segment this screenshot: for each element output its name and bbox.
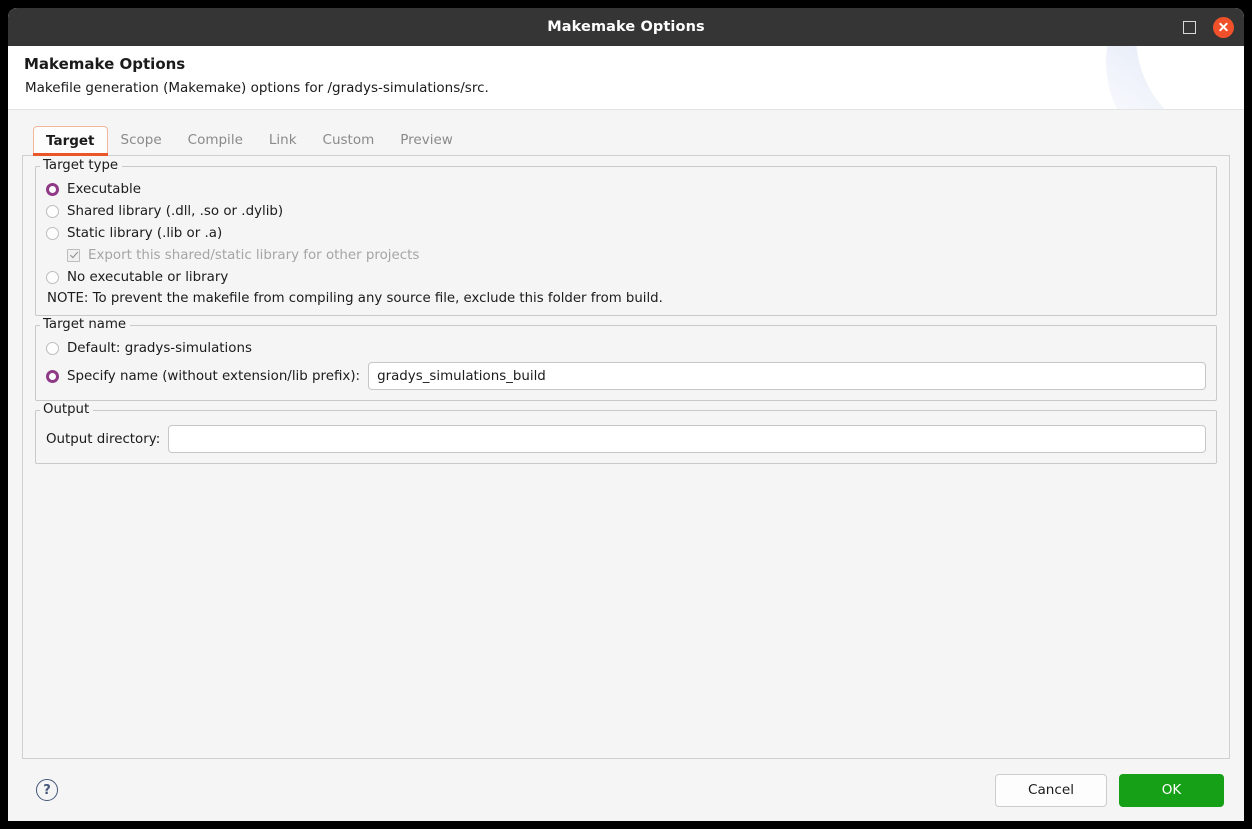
group-legend: Target type: [40, 158, 123, 173]
radio-label: Shared library (.dll, .so or .dylib): [67, 203, 284, 219]
radio-icon-specify-name[interactable]: [46, 369, 59, 383]
group-target-type: Target type Executable Shared library (.…: [35, 158, 1217, 316]
group-content: Output directory:: [46, 419, 1206, 454]
radio-row-executable[interactable]: Executable: [46, 178, 1206, 200]
dialog-body: Target Scope Compile Link Custom Preview…: [8, 110, 1244, 759]
dialog-window: Makemake Options Makemake Options Makefi…: [8, 8, 1244, 821]
group-content: Executable Shared library (.dll, .so or …: [46, 175, 1206, 306]
page-title: Makemake Options: [24, 55, 186, 73]
cancel-button[interactable]: Cancel: [995, 773, 1107, 807]
checkbox-row-export-library: Export this shared/static library for ot…: [46, 244, 1206, 266]
specify-name-label: Specify name (without extension/lib pref…: [67, 368, 361, 384]
group-output: Output Output directory:: [35, 402, 1217, 464]
radio-label: Executable: [67, 181, 141, 197]
group-legend: Output: [40, 402, 94, 417]
tab-label: Target: [46, 132, 95, 149]
tab-label: Link: [268, 131, 297, 148]
window-controls: [1178, 8, 1234, 46]
window-title: Makemake Options: [547, 19, 705, 35]
tab-label: Compile: [187, 131, 243, 148]
radio-row-default-name[interactable]: Default: gradys-simulations: [46, 337, 1206, 359]
radio-row-static-library[interactable]: Static library (.lib or .a): [46, 222, 1206, 244]
ok-button-label: OK: [1161, 782, 1182, 798]
maximize-square-icon: [1182, 20, 1196, 34]
checkbox-label: Export this shared/static library for ot…: [88, 247, 420, 263]
checkbox-icon-export-library: [67, 248, 80, 262]
target-name-input[interactable]: [368, 362, 1206, 390]
tab-panel-target: Target type Executable Shared library (.…: [22, 156, 1230, 759]
dialog-footer: ? Cancel OK: [8, 759, 1244, 821]
close-x-icon: [1212, 16, 1234, 38]
tab-label: Scope: [120, 131, 162, 148]
tab-target[interactable]: Target: [33, 125, 108, 157]
tab-label: Custom: [322, 131, 375, 148]
ok-button[interactable]: OK: [1119, 773, 1224, 807]
group-legend: Target name: [40, 317, 131, 332]
group-target-name: Target name Default: gradys-simulations …: [35, 317, 1217, 401]
output-directory-label: Output directory:: [46, 431, 161, 447]
dialog-header: Makemake Options Makefile generation (Ma…: [8, 46, 1244, 110]
target-type-note: NOTE: To prevent the makefile from compi…: [47, 291, 663, 306]
radio-label: No executable or library: [67, 269, 229, 285]
tab-custom[interactable]: Custom: [310, 125, 388, 155]
radio-icon-static-library: [46, 226, 59, 240]
maximize-button[interactable]: [1178, 16, 1200, 38]
radio-icon-shared-library: [46, 204, 59, 218]
radio-icon-executable: [46, 182, 59, 196]
tab-compile[interactable]: Compile: [175, 125, 256, 155]
window-titlebar: Makemake Options: [8, 8, 1244, 46]
tab-scope[interactable]: Scope: [108, 125, 175, 155]
output-directory-input[interactable]: [168, 425, 1206, 453]
radio-label: Default: gradys-simulations: [67, 340, 252, 356]
radio-row-no-executable[interactable]: No executable or library: [46, 266, 1206, 288]
tab-link[interactable]: Link: [256, 125, 310, 155]
group-content: Default: gradys-simulations Specify name…: [46, 334, 1206, 391]
radio-icon-no-executable: [46, 270, 59, 284]
radio-icon-default-name: [46, 341, 59, 355]
tab-strip: Target Scope Compile Link Custom Preview: [22, 122, 1230, 157]
page-subtitle: Makefile generation (Makemake) options f…: [25, 80, 489, 96]
cancel-button-label: Cancel: [1027, 782, 1075, 798]
radio-label: Static library (.lib or .a): [67, 225, 223, 241]
tab-label: Preview: [400, 131, 453, 148]
help-question-icon[interactable]: ?: [36, 779, 58, 801]
tab-preview[interactable]: Preview: [387, 125, 466, 155]
output-directory-row: Output directory:: [46, 424, 1206, 454]
close-button[interactable]: [1212, 16, 1234, 38]
radio-row-shared-library[interactable]: Shared library (.dll, .so or .dylib): [46, 200, 1206, 222]
specify-name-row: Specify name (without extension/lib pref…: [46, 361, 1206, 391]
